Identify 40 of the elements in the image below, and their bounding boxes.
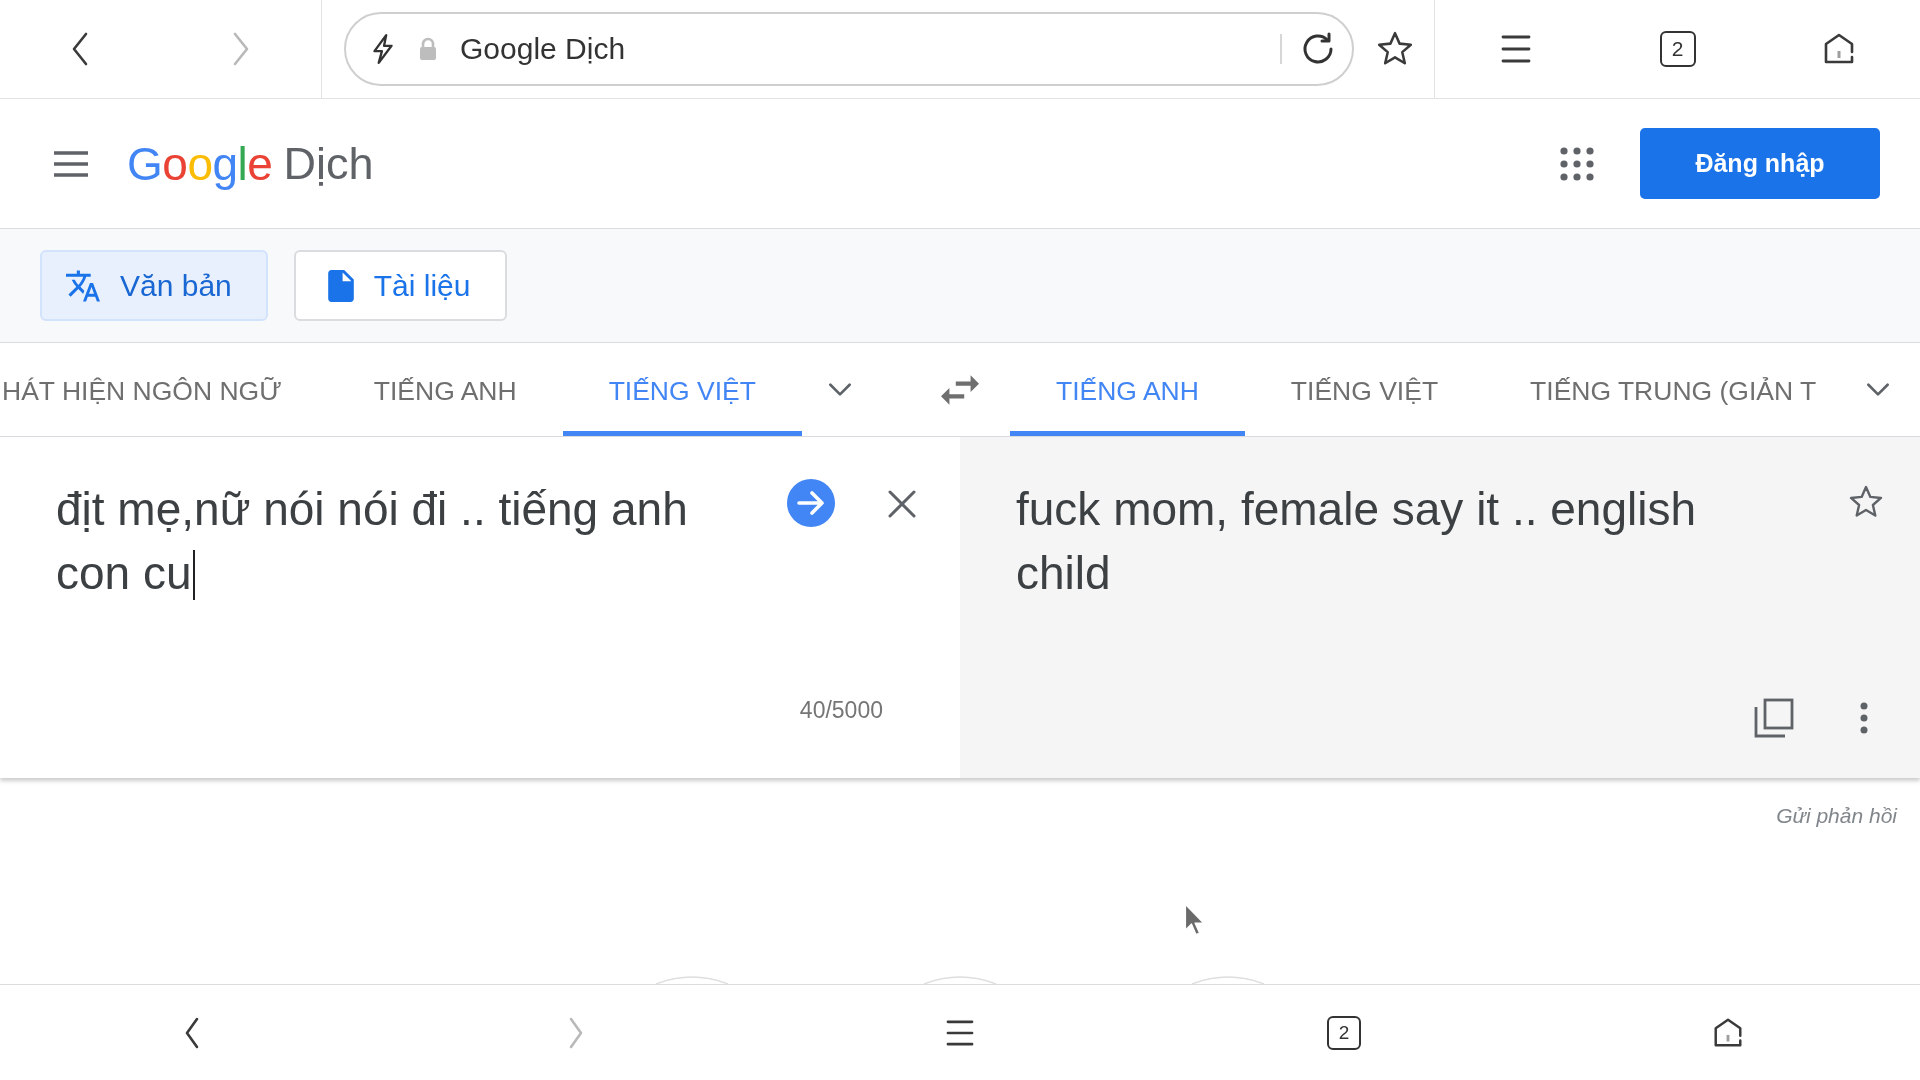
- translate-button[interactable]: [786, 478, 836, 528]
- target-language-tab[interactable]: TIẾNG VIỆT: [1244, 343, 1485, 436]
- source-language-tab[interactable]: TIẾNG ANH: [327, 343, 563, 436]
- google-logo[interactable]: Google: [127, 136, 273, 191]
- close-icon: [888, 490, 916, 518]
- source-language-tab[interactable]: HÁT HIỆN NGÔN NGỮ: [0, 343, 328, 436]
- documents-tab[interactable]: Tài liệu: [293, 250, 507, 321]
- apps-grid-icon: [1560, 146, 1594, 181]
- translate-icon: [66, 269, 100, 302]
- star-icon: [1848, 484, 1884, 520]
- menu-icon: [1500, 35, 1531, 63]
- lock-icon: [418, 37, 438, 61]
- tabs-button[interactable]: 2: [1659, 31, 1696, 67]
- tabs-button[interactable]: 2: [1327, 1015, 1361, 1050]
- source-text-field[interactable]: địt mẹ,nữ nói nói đi .. tiếng anh con cu: [56, 477, 758, 605]
- arrow-right-circle-icon: [786, 478, 836, 528]
- chevron-left-icon: [71, 31, 90, 67]
- product-name: Dịch: [283, 137, 374, 190]
- source-language-tab[interactable]: TIẾNG VIỆT: [562, 343, 802, 436]
- character-count: 40/5000: [799, 697, 883, 724]
- lightning-icon: [370, 33, 396, 65]
- chevron-right-icon: [568, 1016, 584, 1049]
- target-language-tab[interactable]: TIẾNG ANH: [1010, 343, 1245, 436]
- swap-arrows-icon: [941, 374, 979, 405]
- chevron-left-icon: [184, 1016, 200, 1049]
- chevron-down-icon: [1866, 382, 1891, 397]
- text-caret-icon: [192, 550, 195, 600]
- more-vertical-icon: [1860, 702, 1868, 734]
- chevron-right-icon: [231, 31, 250, 67]
- sign-in-button[interactable]: Đăng nhập: [1640, 128, 1880, 199]
- target-language-tab[interactable]: TIẾNG TRUNG (GIẢN T: [1484, 343, 1863, 436]
- text-tab[interactable]: Văn bản: [40, 250, 268, 321]
- address-field[interactable]: Google Dịch: [344, 12, 1354, 86]
- translation-text: fuck mom, female say it .. english child: [1016, 482, 1698, 601]
- document-icon: [327, 269, 354, 302]
- menu-icon: [53, 150, 89, 177]
- send-feedback-link[interactable]: Gửi phản hồi: [1776, 804, 1897, 828]
- menu-icon: [946, 1019, 974, 1046]
- chevron-down-icon: [827, 382, 852, 397]
- copy-icon: [1754, 698, 1794, 738]
